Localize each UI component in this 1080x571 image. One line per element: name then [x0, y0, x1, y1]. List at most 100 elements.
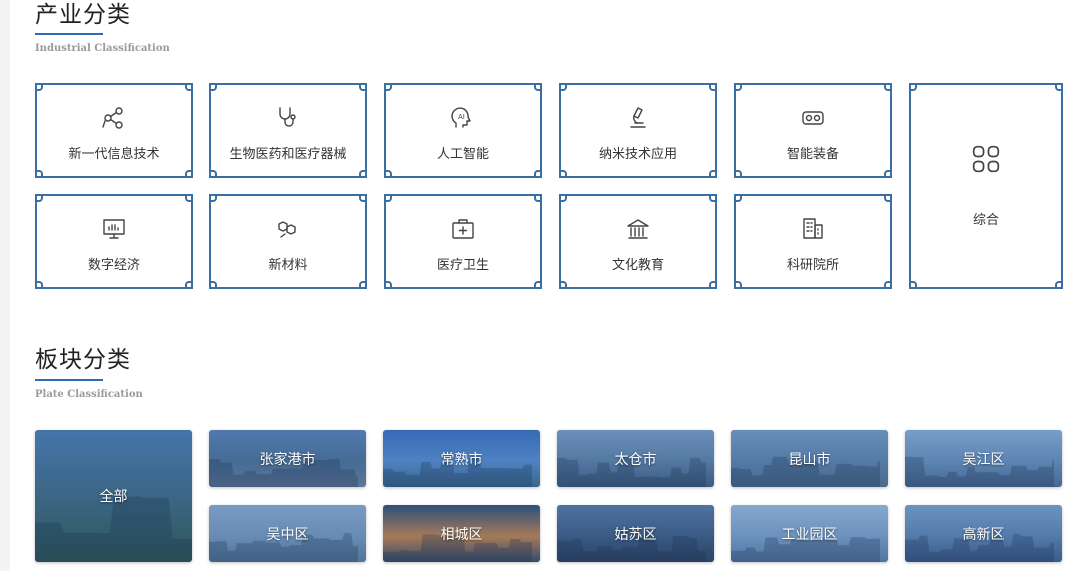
industry-card-label: 新一代信息技术 — [68, 147, 160, 162]
industrial-section-title: 产业分类 — [35, 2, 131, 28]
card-corner-ornament — [384, 194, 392, 202]
card-corner-ornament — [384, 170, 392, 178]
vr-headset-icon — [800, 105, 826, 131]
card-corner-ornament — [209, 170, 217, 178]
card-corner-ornament — [534, 83, 542, 91]
card-corner-ornament — [734, 83, 742, 91]
card-corner-ornament — [35, 83, 43, 91]
card-corner-ornament — [209, 83, 217, 91]
industry-card-label: 人工智能 — [436, 147, 489, 162]
card-corner-ornament — [909, 83, 917, 91]
plate-tile[interactable]: 吴中区 — [209, 505, 366, 562]
industry-card[interactable]: 纳米技术应用 — [559, 83, 717, 178]
card-corner-ornament — [209, 194, 217, 202]
industry-card-label: 科研院所 — [786, 258, 839, 273]
card-corner-ornament — [35, 281, 43, 289]
industrial-title-underline — [35, 33, 103, 35]
plate-tile-label: 昆山市 — [788, 451, 831, 468]
bar-chart-monitor-icon — [101, 216, 127, 242]
card-corner-ornament — [359, 83, 367, 91]
card-corner-ornament — [185, 194, 193, 202]
industry-card-label: 智能装备 — [786, 147, 839, 162]
industry-card-label: 医疗卫生 — [436, 258, 489, 273]
card-corner-ornament — [1055, 83, 1063, 91]
industry-card[interactable]: 智能装备 — [734, 83, 892, 178]
industry-card[interactable]: 医疗卫生 — [384, 194, 542, 289]
office-building-icon — [800, 216, 826, 242]
card-corner-ornament — [384, 83, 392, 91]
card-corner-ornament — [185, 170, 193, 178]
industry-card[interactable]: 综合 — [909, 83, 1063, 289]
card-corner-ornament — [185, 83, 193, 91]
plate-tile[interactable]: 常熟市 — [383, 430, 540, 487]
industry-card[interactable]: AI 人工智能 — [384, 83, 542, 178]
stethoscope-icon — [275, 105, 301, 131]
grid-apps-icon — [970, 143, 1002, 175]
plate-tile[interactable]: 相城区 — [383, 505, 540, 562]
plate-tile[interactable]: 工业园区 — [731, 505, 888, 562]
plate-tile[interactable]: 太仓市 — [557, 430, 714, 487]
card-corner-ornament — [559, 194, 567, 202]
industry-card-label: 文化教育 — [611, 258, 664, 273]
plate-tile-label: 吴中区 — [266, 526, 309, 543]
plate-section-title: 板块分类 — [35, 347, 131, 373]
industry-card-label: 综合 — [972, 213, 999, 228]
card-corner-ornament — [359, 281, 367, 289]
card-corner-ornament — [359, 170, 367, 178]
industry-card-label: 新材料 — [268, 258, 308, 273]
card-corner-ornament — [884, 170, 892, 178]
medical-kit-icon — [450, 216, 476, 242]
plate-title-underline — [35, 379, 103, 381]
plate-tile-label: 常熟市 — [440, 451, 483, 468]
plate-tile[interactable]: 姑苏区 — [557, 505, 714, 562]
plate-tile[interactable]: 吴江区 — [905, 430, 1062, 487]
ai-brain-icon: AI — [450, 105, 476, 131]
industry-card[interactable]: 生物医药和医疗器械 — [209, 83, 367, 178]
industry-card[interactable]: 文化教育 — [559, 194, 717, 289]
card-corner-ornament — [209, 281, 217, 289]
plate-tile-label: 太仓市 — [614, 451, 657, 468]
industry-card[interactable]: 数字经济 — [35, 194, 193, 289]
card-corner-ornament — [884, 83, 892, 91]
card-corner-ornament — [35, 194, 43, 202]
plate-tile-label: 吴江区 — [962, 451, 1005, 468]
industry-card-label: 纳米技术应用 — [598, 147, 677, 162]
industry-card[interactable]: 新一代信息技术 — [35, 83, 193, 178]
plate-tile-label: 姑苏区 — [614, 526, 657, 543]
svg-text:AI: AI — [458, 113, 465, 121]
card-corner-ornament — [884, 194, 892, 202]
plate-tile-label: 高新区 — [962, 526, 1005, 543]
left-edge-strip — [0, 0, 10, 571]
card-corner-ornament — [734, 194, 742, 202]
industry-card-label: 生物医药和医疗器械 — [229, 147, 347, 162]
plate-tile-label: 相城区 — [440, 526, 483, 543]
card-corner-ornament — [909, 281, 917, 289]
card-corner-ornament — [534, 281, 542, 289]
network-nodes-icon — [101, 105, 127, 131]
card-corner-ornament — [559, 83, 567, 91]
industry-card-label: 数字经济 — [87, 258, 140, 273]
card-corner-ornament — [709, 281, 717, 289]
card-corner-ornament — [1055, 281, 1063, 289]
plate-section-subtitle: Plate Classification — [35, 389, 143, 400]
plate-tile[interactable]: 张家港市 — [209, 430, 366, 487]
card-corner-ornament — [534, 194, 542, 202]
plate-tile-label: 张家港市 — [259, 451, 316, 468]
card-corner-ornament — [709, 194, 717, 202]
industry-card[interactable]: 科研院所 — [734, 194, 892, 289]
card-corner-ornament — [185, 281, 193, 289]
card-corner-ornament — [734, 170, 742, 178]
industrial-section-subtitle: Industrial Classification — [35, 43, 170, 54]
museum-icon — [625, 216, 651, 242]
card-corner-ornament — [884, 281, 892, 289]
plate-tile[interactable]: 昆山市 — [731, 430, 888, 487]
plate-tile-label: 全部 — [99, 489, 128, 505]
card-corner-ornament — [709, 83, 717, 91]
card-corner-ornament — [384, 281, 392, 289]
industry-card[interactable]: 新材料 — [209, 194, 367, 289]
card-corner-ornament — [734, 281, 742, 289]
card-corner-ornament — [559, 170, 567, 178]
card-corner-ornament — [359, 194, 367, 202]
plate-tile[interactable]: 全部 — [35, 430, 192, 562]
plate-tile[interactable]: 高新区 — [905, 505, 1062, 562]
